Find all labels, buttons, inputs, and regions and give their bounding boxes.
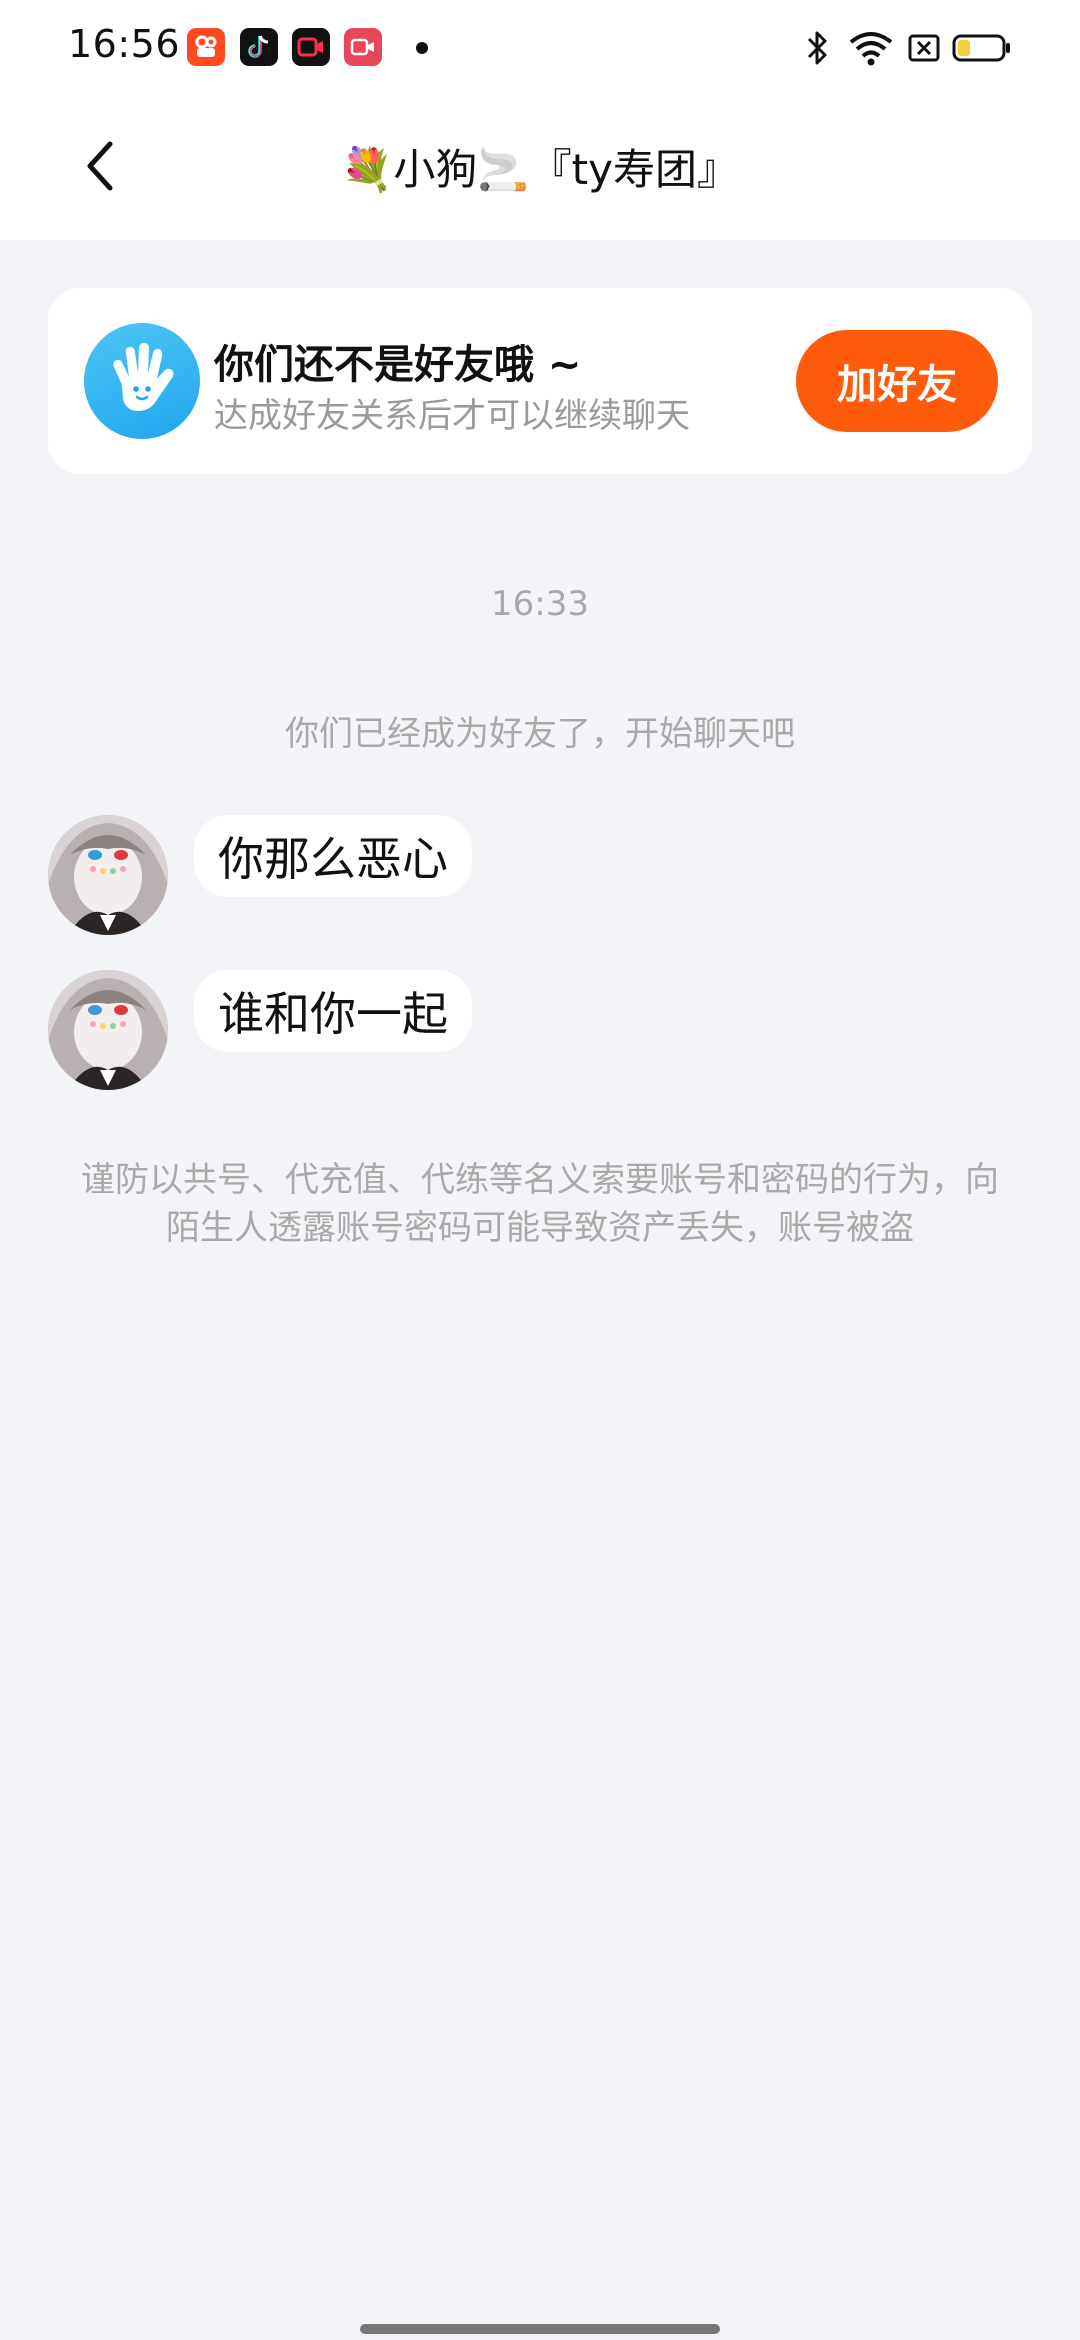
home-indicator[interactable] (360, 2324, 720, 2334)
message-bubble[interactable]: 谁和你一起 (194, 970, 472, 1052)
page-title: 💐小狗🚬『ty寿团』 (341, 145, 739, 194)
chat-header: 💐小狗🚬『ty寿团』 (0, 96, 1080, 240)
status-time: 16:56 (68, 22, 181, 66)
wifi-icon (848, 28, 894, 68)
video-call-icon (344, 28, 382, 66)
notification-dot (416, 42, 428, 54)
system-message: 你们已经成为好友了，开始聊天吧 (285, 714, 795, 754)
avatar[interactable] (48, 970, 168, 1090)
battery-icon (952, 28, 1012, 68)
not-friends-banner: 你们还不是好友哦 ~ 达成好友关系后才可以继续聊天 加好友 (48, 288, 1032, 474)
bluetooth-icon (800, 28, 834, 68)
waving-hand-icon (84, 323, 200, 439)
tiktok-icon (240, 28, 278, 66)
sim-off-icon (906, 28, 942, 68)
banner-title: 你们还不是好友哦 ~ (214, 342, 582, 388)
message-bubble[interactable]: 你那么恶心 (194, 815, 472, 897)
status-bar: 16:56 (0, 0, 1080, 96)
avatar[interactable] (48, 815, 168, 935)
kuaishou-icon (187, 28, 225, 66)
add-friend-button[interactable]: 加好友 (796, 330, 998, 432)
banner-subtitle: 达成好友关系后才可以继续聊天 (214, 396, 690, 436)
security-warning: 谨防以共号、代充值、代练等名义索要账号和密码的行为，向陌生人透露账号密码可能导致… (81, 1160, 999, 1248)
screen-record-icon (292, 28, 330, 66)
message-timestamp: 16:33 (491, 584, 589, 624)
